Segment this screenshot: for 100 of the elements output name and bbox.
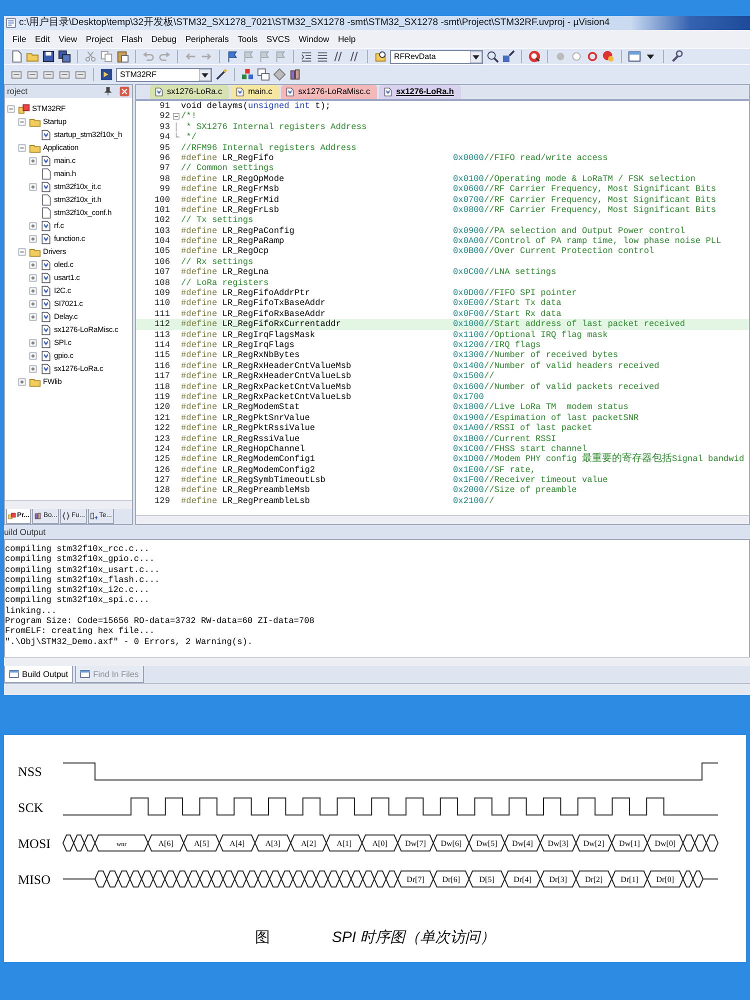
expand-toggle[interactable] <box>17 376 27 386</box>
braces-icon <box>62 512 70 520</box>
find-in-files-icon[interactable] <box>374 50 387 63</box>
target-dropdown[interactable]: RFRevData <box>390 50 483 64</box>
bit-label: A[2] <box>300 839 316 848</box>
project-target-dropdown[interactable]: STM32RF <box>116 68 212 82</box>
code-text: #define LR_RegModemStat 0x1800//Live LoRa TM modem status <box>181 402 628 413</box>
editor-tab[interactable]: sx1276-LoRaMisc.c <box>281 85 378 99</box>
breakpoint-icon[interactable] <box>602 50 615 63</box>
line-number: 96 <box>158 152 171 164</box>
editor-tab[interactable]: sx1276-LoRa.h <box>379 85 461 99</box>
expand-toggle[interactable] <box>28 338 38 348</box>
code-text: #define LR_RegIrqFlags 0x1200//IRQ flags <box>181 340 541 350</box>
file-icon <box>40 206 52 218</box>
bit-label: A[4] <box>230 839 245 848</box>
menu-item[interactable]: SVCS <box>262 32 294 46</box>
line-number: 105 <box>154 246 171 257</box>
expand-toggle[interactable] <box>28 364 38 374</box>
expand-toggle[interactable] <box>6 104 16 114</box>
source-file-icon <box>40 128 52 140</box>
horizontal-scrollbar[interactable] <box>4 657 750 666</box>
expand-toggle[interactable] <box>28 312 38 322</box>
paste-icon[interactable] <box>116 50 129 63</box>
line-number: 127 <box>154 475 171 486</box>
line-number: 109 <box>154 288 171 298</box>
source-file-icon <box>40 272 52 284</box>
expand-toggle[interactable] <box>28 182 38 192</box>
horizontal-scrollbar[interactable] <box>5 500 132 509</box>
figure-label: 图 <box>254 928 270 948</box>
expand-toggle[interactable] <box>17 142 27 152</box>
blocks-icon[interactable] <box>241 68 254 81</box>
menu-item[interactable]: Flash <box>117 32 147 46</box>
line-number: 104 <box>154 236 171 246</box>
expand-toggle[interactable] <box>28 260 38 270</box>
line-number: 93 <box>158 122 171 132</box>
line-number: 121 <box>154 412 171 424</box>
line-number: 125 <box>154 454 171 465</box>
horizontal-scrollbar[interactable] <box>136 515 749 524</box>
expand-toggle[interactable] <box>28 220 38 230</box>
flag-icon[interactable] <box>226 50 239 63</box>
code-text: #define LR_RegOcp 0x0B00//Over Current Protection control <box>181 246 654 257</box>
bit-label: Dr[6] <box>442 875 460 884</box>
output-line: compiling stm32f10x_gpio.c... <box>5 554 156 565</box>
source-file-icon <box>40 284 52 296</box>
menu-item[interactable]: File <box>8 32 31 46</box>
expand-toggle[interactable] <box>28 234 38 244</box>
expand-toggle[interactable] <box>28 156 38 166</box>
code-text: #define LR_RegFifoAddrPtr 0x0D00//FIFO SPI pointer <box>181 288 577 298</box>
bit-label: Dr[2] <box>584 875 603 884</box>
line-number: 123 <box>154 434 171 444</box>
code-text: * SX1276 Internal registers Address <box>185 122 367 132</box>
file-icon <box>285 87 296 97</box>
menu-item[interactable]: Tools <box>233 32 262 46</box>
expand-toggle[interactable] <box>17 116 27 126</box>
line-number: 102 <box>154 215 171 226</box>
bit-label: A[0] <box>372 839 388 848</box>
expand-toggle[interactable] <box>28 286 38 296</box>
menu-item[interactable]: Edit <box>30 32 54 46</box>
menu-item[interactable]: Debug <box>146 32 181 46</box>
save-all-icon[interactable] <box>58 50 71 63</box>
bit-label: Dw[1] <box>619 839 640 848</box>
editor-tab[interactable]: sx1276-LoRa.c <box>150 85 230 99</box>
code-text: */ <box>185 132 196 143</box>
menu-item[interactable]: Window <box>294 32 334 46</box>
output-tab[interactable]: Build Output <box>4 666 74 683</box>
menu-item[interactable]: Project <box>82 32 118 46</box>
books-icon[interactable] <box>289 68 302 81</box>
magic-wand-icon[interactable] <box>215 68 228 81</box>
fold-toggle[interactable] <box>172 111 181 122</box>
ring-icon[interactable] <box>586 50 599 63</box>
expand-toggle[interactable] <box>17 246 27 256</box>
expand-toggle[interactable] <box>28 272 38 282</box>
expand-toggle[interactable] <box>28 298 38 308</box>
debug-icon[interactable] <box>528 50 541 63</box>
line-number: 106 <box>154 256 171 268</box>
source-file-icon <box>40 298 52 310</box>
bit-label: Dw[6] <box>440 839 462 848</box>
expand-toggle[interactable] <box>28 350 38 360</box>
load-icon[interactable] <box>100 68 113 81</box>
file-icon <box>154 87 164 97</box>
bit-label: Dw[2] <box>583 839 604 848</box>
copy-icon[interactable] <box>100 50 113 63</box>
menu-item[interactable]: Peripherals <box>180 32 234 46</box>
file-icon <box>235 87 246 97</box>
line-number: 103 <box>154 226 171 236</box>
code-text: //RFM96 Internal registers Address <box>181 142 356 153</box>
diamond-icon[interactable] <box>273 68 286 81</box>
outdent-icon[interactable] <box>316 50 329 63</box>
file-icon <box>40 194 52 206</box>
windows-icon[interactable] <box>257 68 270 81</box>
editor-tab[interactable]: main.c <box>231 85 280 99</box>
indent-icon[interactable] <box>300 50 313 63</box>
menu-item[interactable]: View <box>54 32 82 46</box>
close-icon[interactable] <box>119 86 130 97</box>
pin-icon[interactable] <box>103 86 113 96</box>
search-icon[interactable] <box>486 50 499 63</box>
wrench-icon[interactable] <box>670 50 683 63</box>
window-icon[interactable] <box>628 50 641 63</box>
menu-item[interactable]: Help <box>334 32 360 46</box>
save-icon[interactable] <box>42 50 55 63</box>
